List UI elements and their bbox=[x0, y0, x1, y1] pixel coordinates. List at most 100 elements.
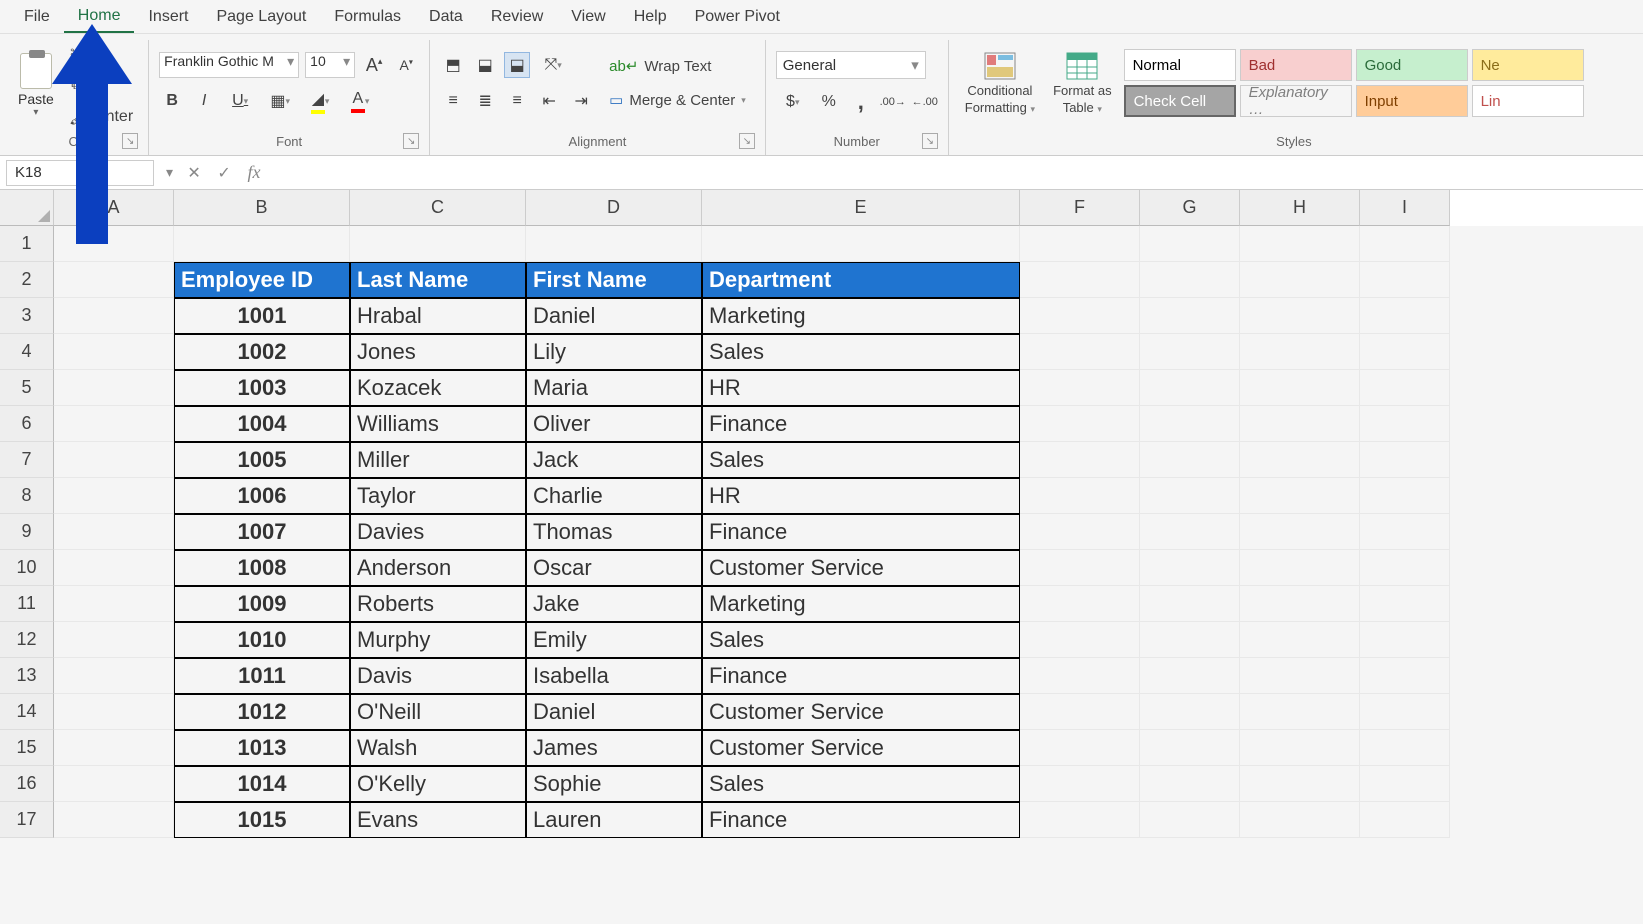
cell-D17[interactable]: Lauren bbox=[526, 802, 702, 838]
dialog-launcher-icon[interactable]: ↘ bbox=[739, 133, 755, 149]
cell-H1[interactable] bbox=[1240, 226, 1360, 262]
column-header-B[interactable]: B bbox=[174, 190, 350, 226]
cell-G5[interactable] bbox=[1140, 370, 1240, 406]
menu-item-home[interactable]: Home bbox=[64, 1, 135, 33]
cell-E5[interactable]: HR bbox=[702, 370, 1020, 406]
menu-item-data[interactable]: Data bbox=[415, 2, 477, 32]
cell-B11[interactable]: 1009 bbox=[174, 586, 350, 622]
cell-A7[interactable] bbox=[54, 442, 174, 478]
cell-E14[interactable]: Customer Service bbox=[702, 694, 1020, 730]
menu-item-review[interactable]: Review bbox=[477, 2, 557, 32]
align-top-button[interactable]: ⬒ bbox=[440, 52, 466, 78]
cell-F7[interactable] bbox=[1020, 442, 1140, 478]
cell-B16[interactable]: 1014 bbox=[174, 766, 350, 802]
cell-A16[interactable] bbox=[54, 766, 174, 802]
menu-item-insert[interactable]: Insert bbox=[134, 2, 202, 32]
cell-B10[interactable]: 1008 bbox=[174, 550, 350, 586]
cell-A17[interactable] bbox=[54, 802, 174, 838]
cell-E6[interactable]: Finance bbox=[702, 406, 1020, 442]
accounting-format-button[interactable]: $ ▾ bbox=[776, 89, 810, 115]
bold-button[interactable]: B bbox=[159, 88, 185, 114]
underline-button[interactable]: U ▾ bbox=[223, 88, 257, 114]
comma-button[interactable]: , bbox=[848, 89, 874, 115]
cell-I10[interactable] bbox=[1360, 550, 1450, 586]
enter-formula-button[interactable]: ✓ bbox=[209, 160, 239, 186]
cell-F8[interactable] bbox=[1020, 478, 1140, 514]
cell-C12[interactable]: Murphy bbox=[350, 622, 526, 658]
cell-C16[interactable]: O'Kelly bbox=[350, 766, 526, 802]
dialog-launcher-icon[interactable]: ↘ bbox=[922, 133, 938, 149]
copy-button[interactable]: ⧉ bbox=[64, 72, 90, 98]
cell-D6[interactable]: Oliver bbox=[526, 406, 702, 442]
font-size-select[interactable]: 10 ▾ bbox=[305, 52, 355, 78]
align-middle-button[interactable]: ⬓ bbox=[472, 52, 498, 78]
cell-F4[interactable] bbox=[1020, 334, 1140, 370]
row-header-9[interactable]: 9 bbox=[0, 514, 54, 550]
cell-C10[interactable]: Anderson bbox=[350, 550, 526, 586]
cell-D11[interactable]: Jake bbox=[526, 586, 702, 622]
italic-button[interactable]: I bbox=[191, 88, 217, 114]
cell-G13[interactable] bbox=[1140, 658, 1240, 694]
cell-D13[interactable]: Isabella bbox=[526, 658, 702, 694]
cell-I11[interactable] bbox=[1360, 586, 1450, 622]
cell-B7[interactable]: 1005 bbox=[174, 442, 350, 478]
cell-C1[interactable] bbox=[350, 226, 526, 262]
align-center-button[interactable]: ≣ bbox=[472, 88, 498, 114]
cell-B2[interactable]: Employee ID bbox=[174, 262, 350, 298]
format-as-table-button[interactable]: Format as Table ▾ bbox=[1047, 49, 1118, 117]
cell-G11[interactable] bbox=[1140, 586, 1240, 622]
cell-C3[interactable]: Hrabal bbox=[350, 298, 526, 334]
cell-I14[interactable] bbox=[1360, 694, 1450, 730]
cell-A12[interactable] bbox=[54, 622, 174, 658]
cell-H10[interactable] bbox=[1240, 550, 1360, 586]
column-header-H[interactable]: H bbox=[1240, 190, 1360, 226]
menu-item-view[interactable]: View bbox=[557, 2, 619, 32]
row-header-11[interactable]: 11 bbox=[0, 586, 54, 622]
cell-D16[interactable]: Sophie bbox=[526, 766, 702, 802]
cell-F2[interactable] bbox=[1020, 262, 1140, 298]
cell-C17[interactable]: Evans bbox=[350, 802, 526, 838]
cell-H3[interactable] bbox=[1240, 298, 1360, 334]
cell-H9[interactable] bbox=[1240, 514, 1360, 550]
column-header-D[interactable]: D bbox=[526, 190, 702, 226]
cell-F9[interactable] bbox=[1020, 514, 1140, 550]
decrease-indent-button[interactable]: ⇤ bbox=[536, 88, 562, 114]
cell-C7[interactable]: Miller bbox=[350, 442, 526, 478]
cell-A10[interactable] bbox=[54, 550, 174, 586]
cell-G3[interactable] bbox=[1140, 298, 1240, 334]
cell-D8[interactable]: Charlie bbox=[526, 478, 702, 514]
cell-style-option[interactable]: Check Cell bbox=[1124, 85, 1236, 117]
cell-F3[interactable] bbox=[1020, 298, 1140, 334]
cell-E8[interactable]: HR bbox=[702, 478, 1020, 514]
cell-H11[interactable] bbox=[1240, 586, 1360, 622]
cell-H2[interactable] bbox=[1240, 262, 1360, 298]
cell-C5[interactable]: Kozacek bbox=[350, 370, 526, 406]
cell-I6[interactable] bbox=[1360, 406, 1450, 442]
cell-G6[interactable] bbox=[1140, 406, 1240, 442]
cell-B4[interactable]: 1002 bbox=[174, 334, 350, 370]
row-header-14[interactable]: 14 bbox=[0, 694, 54, 730]
cell-B12[interactable]: 1010 bbox=[174, 622, 350, 658]
row-header-1[interactable]: 1 bbox=[0, 226, 54, 262]
row-header-2[interactable]: 2 bbox=[0, 262, 54, 298]
cell-E2[interactable]: Department bbox=[702, 262, 1020, 298]
decrease-decimal-button[interactable]: ←.00 bbox=[912, 89, 938, 115]
increase-decimal-button[interactable]: .00→ bbox=[880, 89, 906, 115]
cell-G10[interactable] bbox=[1140, 550, 1240, 586]
cell-D7[interactable]: Jack bbox=[526, 442, 702, 478]
cell-E1[interactable] bbox=[702, 226, 1020, 262]
row-header-16[interactable]: 16 bbox=[0, 766, 54, 802]
cell-C15[interactable]: Walsh bbox=[350, 730, 526, 766]
cell-D2[interactable]: First Name bbox=[526, 262, 702, 298]
column-header-G[interactable]: G bbox=[1140, 190, 1240, 226]
cell-D12[interactable]: Emily bbox=[526, 622, 702, 658]
increase-indent-button[interactable]: ⇥ bbox=[568, 88, 594, 114]
cell-E16[interactable]: Sales bbox=[702, 766, 1020, 802]
dialog-launcher-icon[interactable]: ↘ bbox=[403, 133, 419, 149]
cell-B8[interactable]: 1006 bbox=[174, 478, 350, 514]
format-painter-button[interactable]: 🖌ainter bbox=[64, 104, 138, 130]
cell-A15[interactable] bbox=[54, 730, 174, 766]
formula-input[interactable] bbox=[269, 160, 1643, 186]
cell-D14[interactable]: Daniel bbox=[526, 694, 702, 730]
cell-H17[interactable] bbox=[1240, 802, 1360, 838]
